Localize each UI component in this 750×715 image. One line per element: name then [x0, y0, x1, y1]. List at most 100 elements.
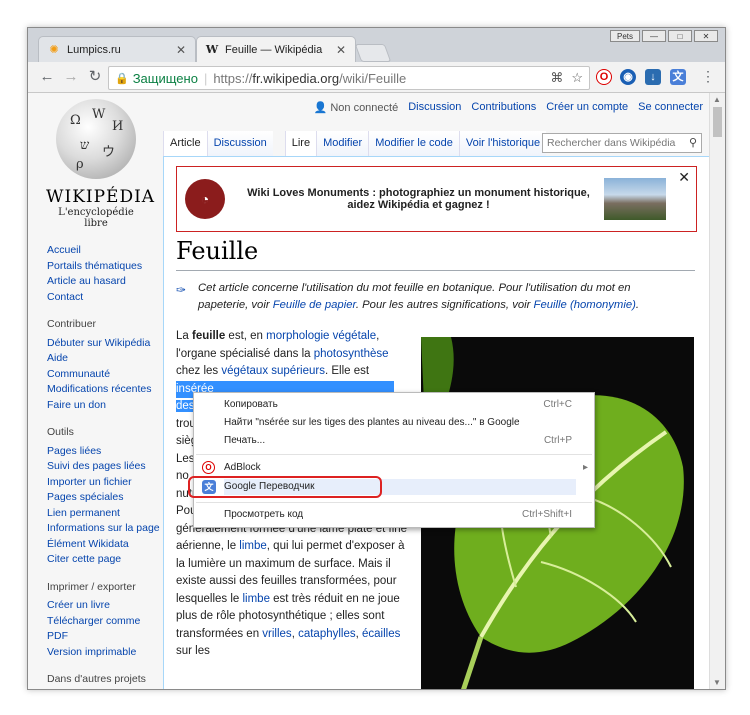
sidebar-item-don[interactable]: Faire un don	[47, 398, 162, 414]
sidebar-item-imprimable[interactable]: Version imprimable	[47, 645, 162, 661]
sidebar-item-accueil[interactable]: Accueil	[47, 243, 162, 259]
tab-article[interactable]: Article	[163, 131, 207, 156]
tab-title: Lumpics.ru	[67, 43, 121, 56]
address-bar[interactable]: 🔒 Защищено | https://fr.wikipedia.org/wi…	[108, 66, 590, 90]
menu-item-inspect[interactable]: Просмотреть код Ctrl+Shift+I	[224, 507, 576, 523]
page-tabs: Article Discussion Lire Modifier Modifie…	[163, 131, 547, 156]
user-status: 👤 Non connecté	[313, 102, 399, 114]
url-text: https://fr.wikipedia.org/wiki/Feuille	[213, 70, 407, 86]
link-limbe[interactable]: limbe	[239, 540, 266, 552]
tab-modifier-code[interactable]: Modifier le code	[368, 131, 459, 156]
sidebar-item-pdf[interactable]: Télécharger comme PDF	[47, 614, 147, 645]
menu-separator	[196, 502, 592, 503]
browser-window: ✺ Lumpics.ru ✕ W Feuille — Wikipédia ✕ P…	[27, 27, 726, 690]
sidebar-item-importer[interactable]: Importer un fichier	[47, 475, 162, 491]
sidebar-item-communaute[interactable]: Communauté	[47, 367, 162, 383]
personal-link-login[interactable]: Se connecter	[638, 101, 703, 114]
close-icon[interactable]: ✕	[678, 169, 690, 186]
menu-dots-icon[interactable]: ⋮	[701, 68, 715, 85]
sidebar-item-debuter[interactable]: Débuter sur Wikipédia	[47, 336, 162, 352]
omnibox-actions: ⌘ ☆	[550, 70, 583, 86]
link-ecailles[interactable]: écailles	[362, 628, 400, 640]
scroll-thumb[interactable]	[713, 107, 722, 137]
wiki-loves-monuments-icon: ◔	[185, 179, 225, 219]
sidebar-item-pages-liees[interactable]: Pages liées	[47, 444, 162, 460]
sidebar-item-wikidata[interactable]: Élément Wikidata	[47, 537, 162, 553]
puzzle-globe-icon: Ω W И ש ウ ρ	[56, 99, 136, 179]
link-vrilles[interactable]: vrilles	[262, 628, 291, 640]
sidebar-item-hasard[interactable]: Article au hasard	[47, 274, 162, 290]
sidebar-item-informations[interactable]: Informations sur la page	[47, 521, 162, 537]
link-cataphylles[interactable]: cataphylles	[298, 628, 356, 640]
personal-link-discussion[interactable]: Discussion	[408, 101, 461, 114]
opera-icon: O	[202, 461, 215, 474]
sidebar-item-modifications[interactable]: Modifications récentes	[47, 382, 162, 398]
sidebar-item-contact[interactable]: Contact	[47, 290, 162, 306]
translate-icon[interactable]: ⌘	[550, 70, 563, 86]
sidebar-item-aide[interactable]: Aide	[47, 351, 162, 367]
reload-icon[interactable]: ↻	[86, 68, 104, 86]
hatnote: ✑ Cet article concerne l'utilisation du …	[176, 282, 640, 311]
scroll-down-icon[interactable]: ▼	[713, 678, 721, 687]
menu-separator	[196, 454, 592, 455]
back-arrow-icon[interactable]: ←	[38, 68, 56, 86]
close-icon[interactable]: ✕	[175, 43, 187, 57]
hatnote-link-papier[interactable]: Feuille de papier	[273, 299, 356, 311]
menu-item-print[interactable]: Печать... Ctrl+P	[224, 433, 576, 449]
disambiguation-icon: ✑	[176, 283, 187, 297]
sidebar-item-suivi[interactable]: Suivi des pages liées	[47, 459, 162, 475]
sidebar-item-portails[interactable]: Portails thématiques	[47, 259, 162, 275]
menu-item-copy[interactable]: Копировать Ctrl+C	[224, 397, 576, 413]
user-badge[interactable]: Pets	[610, 30, 640, 42]
tab-modifier[interactable]: Modifier	[316, 131, 369, 156]
menu-item-search-google[interactable]: Найти "nsérée sur les tiges des plantes …	[224, 415, 576, 431]
forward-arrow-icon[interactable]: →	[62, 68, 80, 86]
close-window-button[interactable]: ✕	[694, 30, 718, 42]
user-icon: 👤	[313, 102, 328, 114]
sidebar-item-citer[interactable]: Citer cette page	[47, 552, 162, 568]
personal-tools: 👤 Non connecté Discussion Contributions …	[314, 101, 703, 114]
close-icon[interactable]: ✕	[335, 43, 347, 57]
tab-historique[interactable]: Voir l'historique	[458, 131, 547, 156]
link-limbe-2[interactable]: limbe	[242, 593, 269, 605]
vertical-scrollbar[interactable]: ▲ ▼	[709, 93, 725, 689]
scroll-up-icon[interactable]: ▲	[713, 95, 721, 104]
personal-link-create-account[interactable]: Créer un compte	[546, 101, 628, 114]
title-divider	[176, 270, 695, 271]
download-extension-icon[interactable]: ↓	[645, 69, 661, 85]
wikipedia-logo[interactable]: Ω W И ש ウ ρ WIKIPÉDIA L'encyclopédie lib…	[46, 99, 154, 229]
link-photosynthese[interactable]: photosynthèse	[314, 348, 389, 360]
window-controls: Pets — □ ✕	[608, 30, 718, 42]
secure-label: Защищено	[132, 70, 198, 86]
sidebar-item-speciales[interactable]: Pages spéciales	[47, 490, 162, 506]
search-icon[interactable]: ⚲	[689, 136, 697, 149]
sidebar-heading-outils: Outils	[47, 426, 74, 438]
tab-wikipedia[interactable]: W Feuille — Wikipédia ✕	[196, 36, 356, 62]
sidebar-item-permanent[interactable]: Lien permanent	[47, 506, 162, 522]
selected-text: des	[176, 400, 195, 412]
personal-link-contributions[interactable]: Contributions	[471, 101, 536, 114]
banner-text[interactable]: Wiki Loves Monuments : photographiez un …	[233, 187, 604, 211]
tab-lumpics[interactable]: ✺ Lumpics.ru ✕	[38, 36, 196, 62]
search-input[interactable]: Rechercher dans Wikipédia ⚲	[542, 133, 702, 153]
tab-lire[interactable]: Lire	[284, 131, 317, 156]
search-placeholder: Rechercher dans Wikipédia	[547, 137, 676, 149]
maximize-button[interactable]: □	[668, 30, 692, 42]
tab-discussion[interactable]: Discussion	[206, 131, 273, 156]
hatnote-link-homonymie[interactable]: Feuille (homonymie)	[534, 299, 636, 311]
wlm-banner: ◔ Wiki Loves Monuments : photographiez u…	[176, 166, 697, 232]
new-tab-button[interactable]	[354, 44, 392, 62]
minimize-button[interactable]: —	[642, 30, 666, 42]
star-icon[interactable]: ☆	[571, 70, 583, 86]
globe-extension-icon[interactable]: ◉	[620, 69, 636, 85]
menu-item-adblock[interactable]: AdBlock ▸	[224, 460, 588, 476]
link-morphologie[interactable]: morphologie végétale	[266, 330, 376, 342]
castle-image	[604, 178, 666, 220]
sidebar-heading-imprimer: Imprimer / exporter	[47, 580, 136, 593]
lock-icon: 🔒	[115, 72, 129, 85]
sidebar-item-livre[interactable]: Créer un livre	[47, 598, 162, 614]
opera-icon[interactable]: O	[596, 69, 612, 85]
separator: |	[203, 70, 208, 86]
google-translate-icon[interactable]: 文	[670, 69, 686, 85]
link-vegetaux[interactable]: végétaux supérieurs	[221, 365, 325, 377]
